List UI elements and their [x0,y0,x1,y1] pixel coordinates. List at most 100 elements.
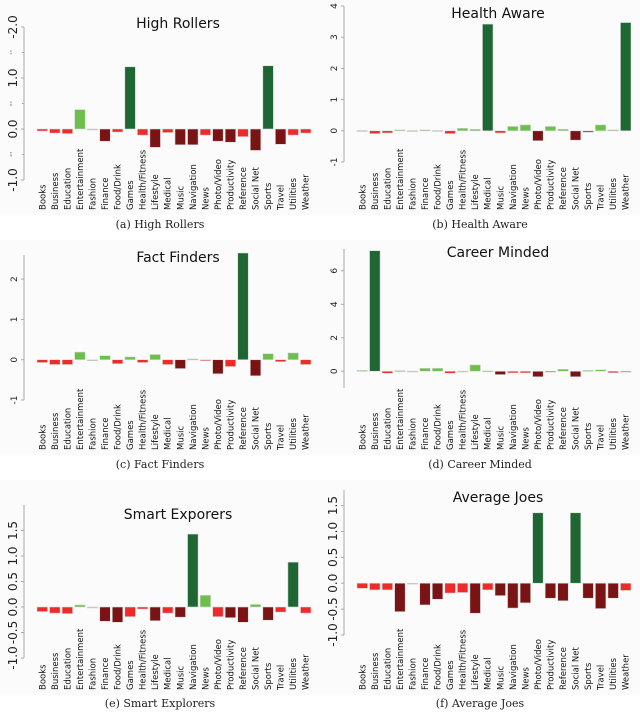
bar-fashion [86,128,99,131]
category-label: Social Net [252,647,262,690]
category-label: Games [446,660,456,690]
bar-weather [620,22,632,132]
category-label: Utilities [289,417,299,450]
bar-health-fitness [457,370,469,373]
category-label: Lifestyle [471,654,481,690]
category-label: Photo/Video [214,639,224,690]
bar-fashion [86,606,99,609]
bar-games [444,130,456,134]
category-label: Medical [484,417,494,450]
bar-travel [275,359,287,363]
bar-fashion [406,582,419,585]
bar-entertainment [394,129,406,132]
bar-chart-fact-finders: 2 1 0 -1 Books Business Education Entertainment… [0,240,320,455]
bar-finance [419,367,431,372]
y-tick-label: 1 [10,317,20,323]
bar-photo-video [212,606,224,617]
bar-lifestyle [469,582,481,614]
y-minor-tick-label: 1.5 [9,50,13,55]
category-label: Games [446,420,456,450]
category-label: Utilities [609,657,619,690]
category-label: News [201,666,211,690]
bar-utilities [607,129,619,132]
category-label: Navigation [509,404,519,450]
category-label: Weather [302,414,312,450]
category-label: Books [358,664,368,690]
category-label: Education [383,408,393,450]
category-label: Business [371,172,381,210]
category-label: Business [51,412,61,450]
category-label: Health/Fitness [459,389,469,450]
category-label: Education [383,648,393,690]
bar-finance [419,582,431,606]
category-label: Music [176,185,186,210]
y-tick-label: 0.0 [6,119,20,138]
category-label: Travel [597,425,607,451]
bar-lifestyle [469,364,481,372]
y-tick-label: 0.0 [326,574,340,593]
bar-food-drink [111,606,124,623]
bar-medical [482,582,494,591]
y-minor-tick-label: -0.5 [9,151,13,157]
bar-navigation [187,128,199,146]
category-label: Business [371,412,381,450]
bar-education [381,582,393,591]
bar-travel [595,369,607,372]
category-label: Sports [584,182,594,210]
bar-business [369,582,381,591]
bar-finance [99,606,111,622]
bar-navigation [187,533,199,608]
bar-chart-career-minded: 6420Books Business Education Entertainment F… [320,240,640,455]
bar-news [199,128,211,136]
category-label: Lifestyle [471,414,481,450]
category-label: Food/Drink [434,164,444,210]
category-label: Social Net [252,167,262,210]
category-label: Finance [101,417,111,450]
category-label: Productivity [226,640,236,690]
y-tick-label: 1.0 [6,68,20,87]
bar-games [444,582,456,594]
category-label: Books [38,424,48,450]
bar-reference [237,252,249,361]
bar-social-net [569,512,582,584]
category-label: Health/Fitness [139,629,149,690]
bar-finance [99,355,111,361]
bar-business [369,250,381,372]
category-label: Medical [164,657,174,690]
chart-caption: (f) Average Joes [435,697,525,710]
y-tick-label: -0.5 [6,621,20,644]
bar-sports [582,370,594,372]
bar-social-net [569,130,582,141]
category-label: Weather [622,414,632,450]
bar-utilities [607,582,619,599]
category-label: Social Net [572,167,582,210]
category-label: Health/Fitness [459,149,469,210]
category-label: Utilities [609,177,619,210]
bar-food-drink [431,130,444,132]
chart-title: Health Aware [451,6,545,22]
bar-news [519,370,531,374]
chart-caption: (b) Health Aware [432,218,528,231]
category-label: Health/Fitness [139,389,149,450]
bar-books [356,370,368,372]
bar-weather [620,370,632,373]
bar-medical [482,23,494,132]
bar-food-drink [431,582,444,600]
y-tick-label: 3 [330,34,340,40]
category-label: Lifestyle [471,174,481,210]
bar-food-drink [111,359,124,365]
y-tick-label: 0.5 [326,548,340,567]
category-label: Books [38,664,48,690]
category-label: Reference [559,407,569,450]
category-label: Games [126,180,136,210]
category-label: Reference [239,167,249,210]
category-label: Finance [421,657,431,690]
bar-entertainment [394,582,406,612]
bar-entertainment [74,109,86,130]
category-label: Fashion [88,178,98,210]
category-label: Education [63,408,73,450]
bar-productivity [224,128,237,143]
category-label: Education [63,648,73,690]
bar-chart-average-joes: 1.5 1.0 0.5 0.0 -0.5 -1.0 Books Business Educati… [320,480,640,695]
bar-business [369,130,381,134]
